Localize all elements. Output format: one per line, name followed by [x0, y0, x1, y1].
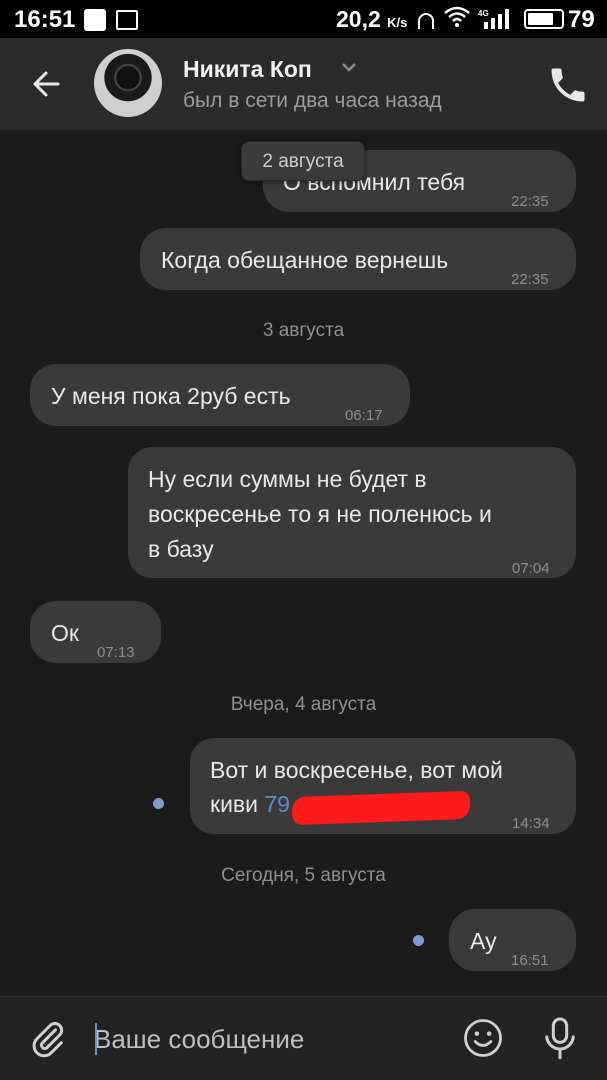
message-time: 07:04	[512, 560, 550, 577]
vk-icon	[84, 9, 106, 31]
message-composer	[0, 996, 607, 1080]
message-time: 16:51	[511, 952, 549, 969]
network-type: 4G	[478, 9, 489, 18]
text-cursor	[95, 1023, 97, 1055]
call-button[interactable]	[546, 63, 590, 107]
date-separator: Вчера, 4 августа	[230, 694, 377, 715]
status-time: 16:51	[14, 6, 76, 33]
avatar[interactable]	[94, 49, 162, 117]
network-speed: 20,2 K/s	[336, 6, 408, 32]
date-separator: 3 августа	[262, 320, 345, 341]
smiley-icon	[464, 1019, 502, 1057]
battery-icon	[524, 9, 564, 29]
attach-button[interactable]	[28, 1017, 68, 1061]
contact-name[interactable]: Никита Коп	[183, 56, 312, 83]
signal-icon: 4G	[478, 8, 514, 37]
date-sticky-header: 2 августа	[241, 141, 365, 181]
message-text: Ок	[51, 620, 79, 646]
message-incoming[interactable]: Ок 07:13	[30, 601, 161, 663]
message-text-line: Ну если суммы не будет в	[148, 466, 427, 492]
phone-link[interactable]: 79	[264, 791, 290, 817]
wifi-icon	[444, 6, 470, 35]
message-time: 06:17	[345, 407, 383, 424]
message-text: Ау	[470, 928, 497, 954]
voice-message-button[interactable]	[540, 1015, 580, 1063]
message-text: У меня пока 2руб есть	[51, 383, 291, 409]
phone-icon	[551, 68, 585, 102]
battery-level	[528, 13, 553, 25]
unread-indicator	[153, 798, 164, 809]
back-button[interactable]	[24, 60, 72, 108]
headset-icon	[418, 13, 434, 29]
message-outgoing[interactable]: Ну если суммы не будет в воскресенье то …	[128, 447, 576, 578]
message-text-line: киви 79	[210, 787, 471, 826]
chevron-down-icon[interactable]	[340, 60, 358, 74]
message-text-line: воскресенье то я не поленюсь и	[148, 501, 492, 527]
arrow-left-icon	[33, 71, 60, 97]
message-incoming[interactable]: У меня пока 2руб есть 06:17	[30, 364, 410, 426]
message-input[interactable]	[94, 1019, 444, 1059]
message-text-line: Вот и воскресенье, вот мой	[210, 757, 503, 783]
redaction-mark	[291, 790, 471, 826]
battery-percent: 79	[568, 6, 595, 33]
contact-status: был в сети два часа назад	[183, 89, 442, 112]
unread-indicator	[413, 935, 424, 946]
message-time: 07:13	[97, 644, 135, 661]
message-time: 22:35	[511, 271, 549, 288]
message-outgoing[interactable]: Когда обещанное вернешь 22:35	[140, 228, 576, 290]
image-icon	[116, 10, 138, 30]
message-time: 14:34	[512, 815, 550, 832]
emoji-button[interactable]	[462, 1017, 504, 1059]
message-text-line: в базу	[148, 536, 214, 562]
chat-header: Никита Коп был в сети два часа назад	[0, 38, 607, 130]
message-outgoing[interactable]: Ау 16:51	[449, 909, 576, 971]
message-text: Когда обещанное вернешь	[161, 247, 449, 273]
message-time: 22:35	[511, 193, 549, 210]
message-outgoing[interactable]: Вот и воскресенье, вот мой киви 79 14:34	[190, 738, 576, 834]
status-bar: 16:51 20,2 K/s 4G 79	[0, 0, 607, 38]
paperclip-icon	[32, 1022, 64, 1058]
date-separator: Сегодня, 5 августа	[221, 865, 386, 886]
microphone-icon	[545, 1017, 575, 1059]
